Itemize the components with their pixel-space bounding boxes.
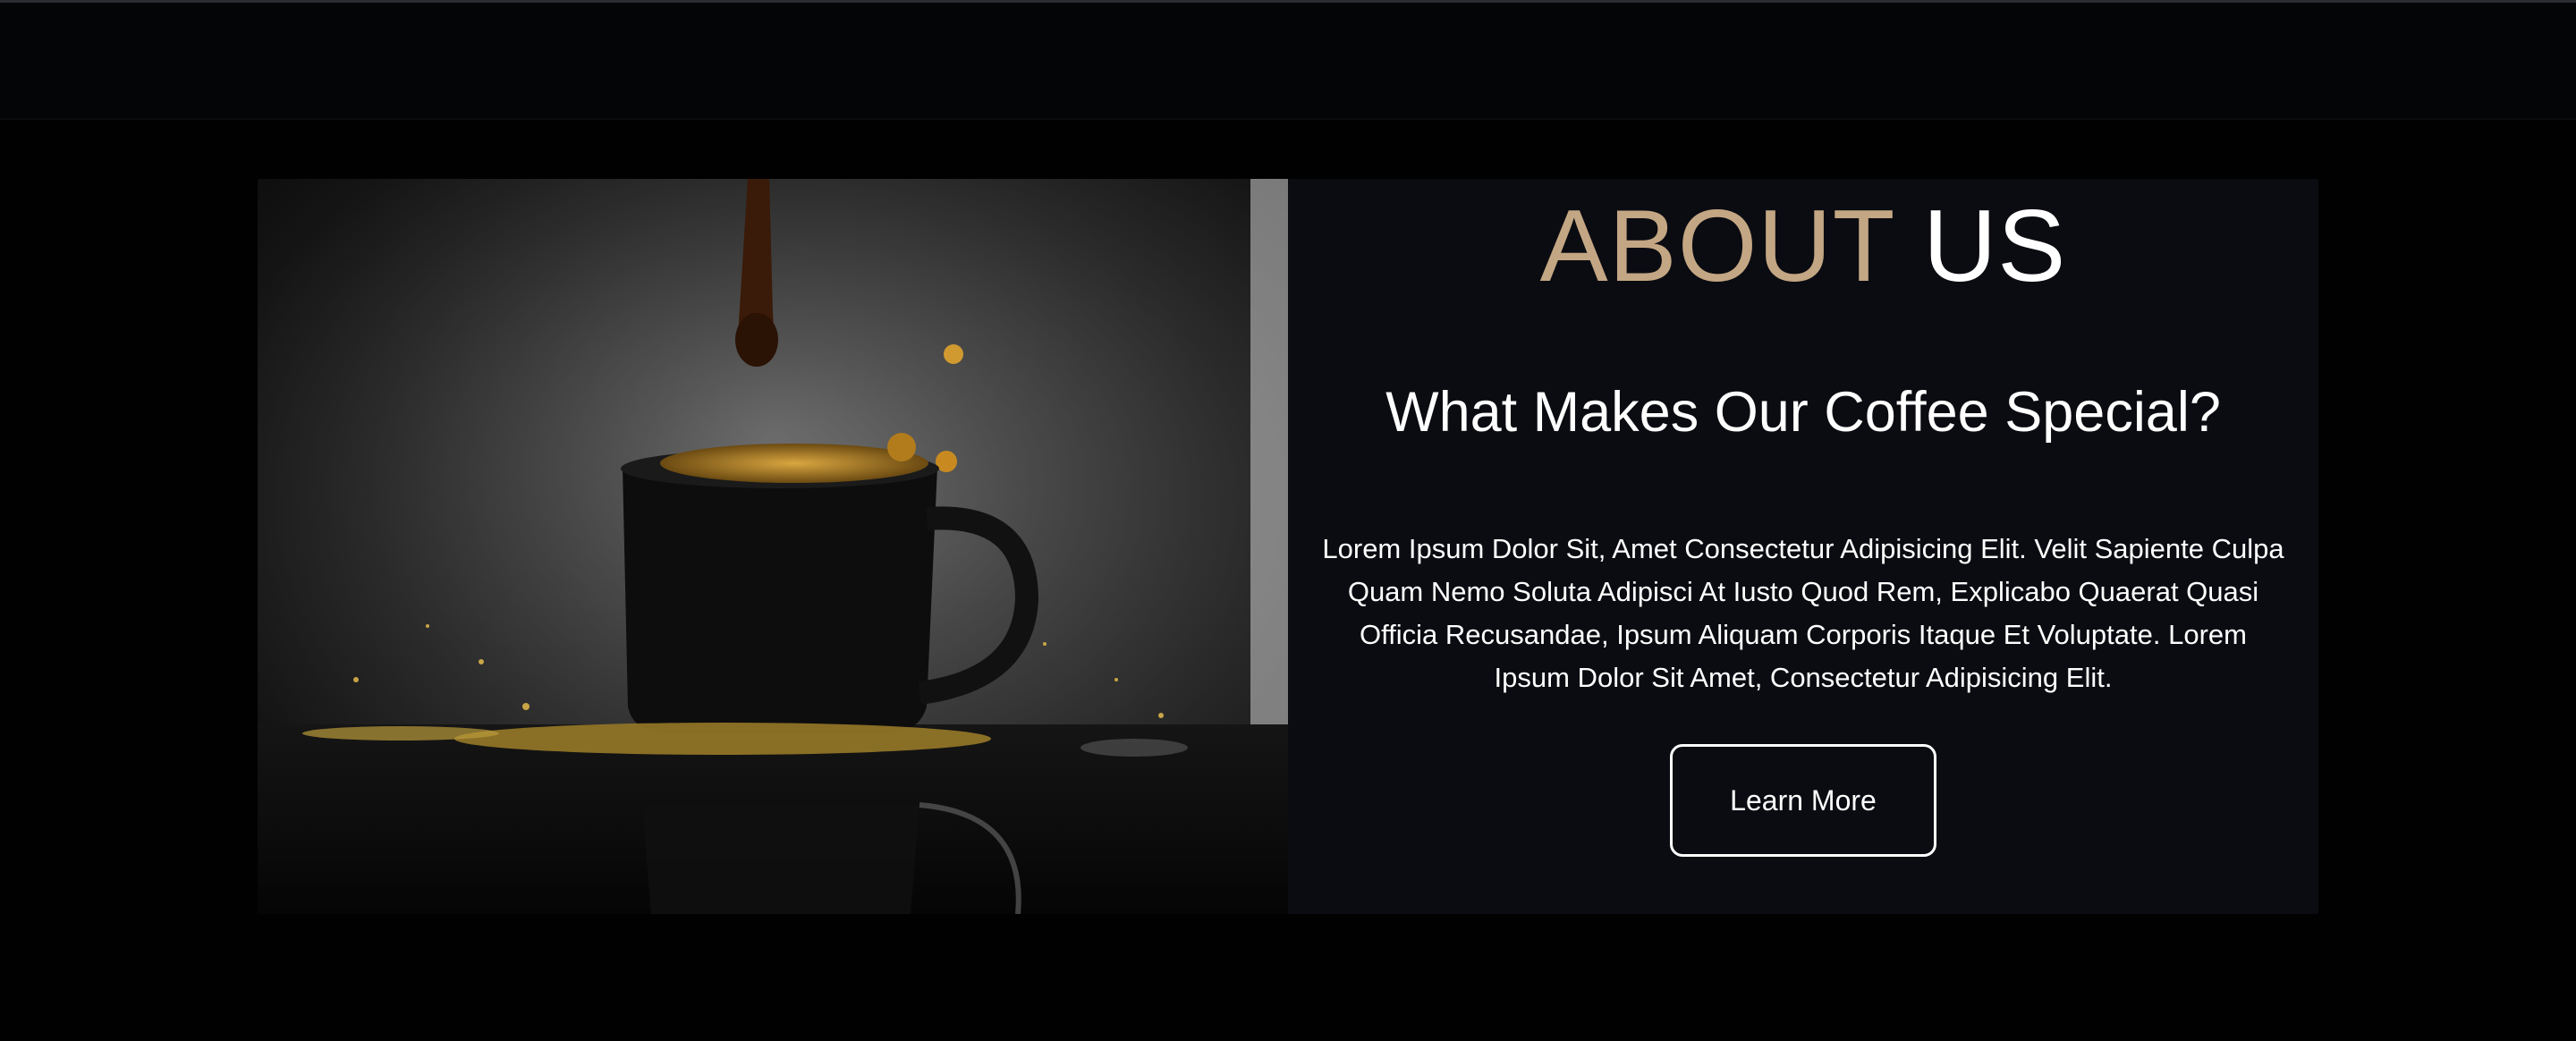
about-title-plain: US	[1922, 190, 2067, 303]
header-bar	[0, 0, 2576, 120]
about-description: Lorem Ipsum Dolor Sit, Amet Consectetur …	[1322, 533, 2284, 693]
about-content: ABOUT US What Makes Our Coffee Special? …	[1288, 179, 2318, 914]
about-title-accent: ABOUT	[1539, 190, 1894, 303]
about-subtitle: What Makes Our Coffee Special?	[1385, 381, 2221, 444]
learn-more-button[interactable]: Learn More	[1670, 744, 1936, 857]
coffee-cup-image	[258, 179, 1288, 914]
about-section: ABOUT US What Makes Our Coffee Special? …	[258, 179, 2318, 914]
about-title: ABOUT US	[1540, 184, 2067, 309]
page: ABOUT US What Makes Our Coffee Special? …	[0, 0, 2576, 1041]
coffee-cup-illustration	[258, 179, 1288, 914]
